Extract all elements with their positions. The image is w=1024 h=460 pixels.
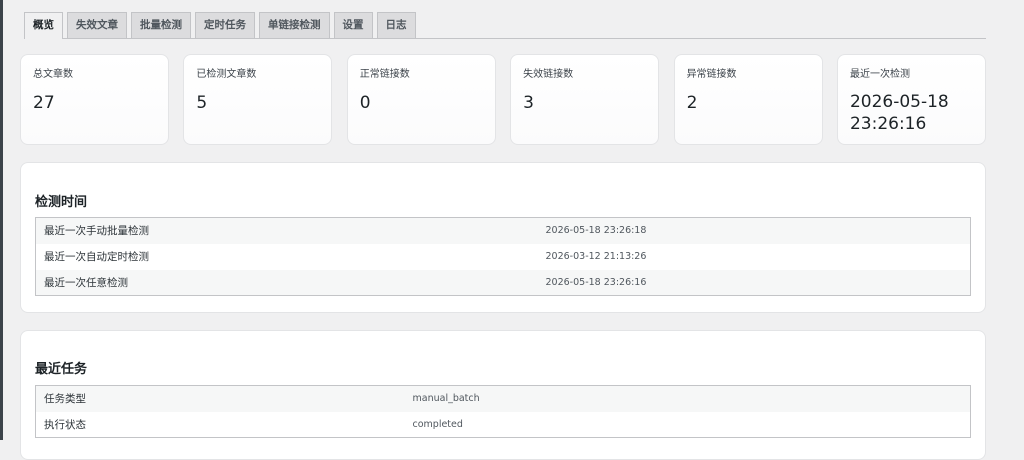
panel-title: 最近任务 — [35, 362, 88, 377]
stat-card-normal-links: 正常链接数 0 — [346, 54, 496, 145]
table-row: 最近一次手动批量检测 2026-05-18 23:26:18 — [35, 217, 971, 244]
panel-title: 检测时间 — [35, 195, 88, 210]
stats-row: 总文章数 27 已检测文章数 5 正常链接数 0 失效链接数 3 异常链接数 2… — [20, 54, 986, 145]
row-label: 最近一次任意检测 — [35, 269, 538, 296]
admin-sidebar-edge — [0, 0, 3, 440]
row-value: 2026-05-18 23:26:16 — [537, 269, 971, 296]
tab-logs[interactable]: 日志 — [376, 12, 416, 38]
tab-batch-check[interactable]: 批量检测 — [131, 12, 191, 38]
stat-card-checked-articles: 已检测文章数 5 — [183, 54, 333, 145]
tab-bar: 概览 失效文章 批量检测 定时任务 单链接检测 设置 日志 — [24, 12, 986, 39]
recent-task-panel: 最近任务 任务类型 manual_batch 执行状态 completed — [20, 330, 986, 460]
check-times-panel: 检测时间 最近一次手动批量检测 2026-05-18 23:26:18 最近一次… — [20, 162, 986, 313]
stat-value: 5 — [196, 93, 208, 113]
stat-card-broken-links: 失效链接数 3 — [510, 54, 660, 145]
table-row: 最近一次自动定时检测 2026-03-12 21:13:26 — [35, 243, 971, 270]
row-label: 最近一次手动批量检测 — [35, 217, 538, 244]
stat-value: 27 — [33, 93, 55, 113]
table-row: 执行状态 completed — [35, 411, 971, 438]
stat-card-last-check: 最近一次检测 2026-05-18 23:26:16 — [836, 54, 986, 145]
tab-broken-articles[interactable]: 失效文章 — [67, 12, 127, 38]
row-label: 最近一次自动定时检测 — [35, 243, 538, 270]
recent-task-table: 任务类型 manual_batch 执行状态 completed — [35, 385, 971, 438]
stat-label: 正常链接数 — [359, 69, 410, 80]
table-row: 任务类型 manual_batch — [35, 385, 971, 412]
stat-label: 失效链接数 — [523, 69, 574, 80]
row-value: 2026-05-18 23:26:18 — [537, 217, 971, 244]
tab-single-link-check[interactable]: 单链接检测 — [259, 12, 330, 38]
stat-card-abnormal-links: 异常链接数 2 — [673, 54, 823, 145]
tab-overview[interactable]: 概览 — [24, 12, 63, 39]
stat-label: 最近一次检测 — [849, 69, 910, 80]
stat-label: 已检测文章数 — [196, 69, 257, 80]
row-value: manual_batch — [404, 385, 971, 412]
check-times-table: 最近一次手动批量检测 2026-05-18 23:26:18 最近一次自动定时检… — [35, 217, 971, 296]
row-value: completed — [404, 411, 971, 438]
row-label: 执行状态 — [35, 411, 405, 438]
stat-label: 总文章数 — [33, 69, 73, 80]
row-value: 2026-03-12 21:13:26 — [537, 243, 971, 270]
row-label: 任务类型 — [35, 385, 405, 412]
stat-label: 异常链接数 — [686, 69, 737, 80]
stat-value: 0 — [359, 93, 371, 113]
stat-value: 2 — [686, 93, 698, 113]
tab-scheduled-tasks[interactable]: 定时任务 — [195, 12, 255, 38]
stat-card-total-articles: 总文章数 27 — [20, 54, 169, 145]
table-row: 最近一次任意检测 2026-05-18 23:26:16 — [35, 269, 971, 296]
stat-value: 3 — [523, 93, 534, 113]
stat-value: 2026-05-18 23:26:16 — [849, 92, 949, 134]
tab-settings[interactable]: 设置 — [333, 12, 373, 38]
